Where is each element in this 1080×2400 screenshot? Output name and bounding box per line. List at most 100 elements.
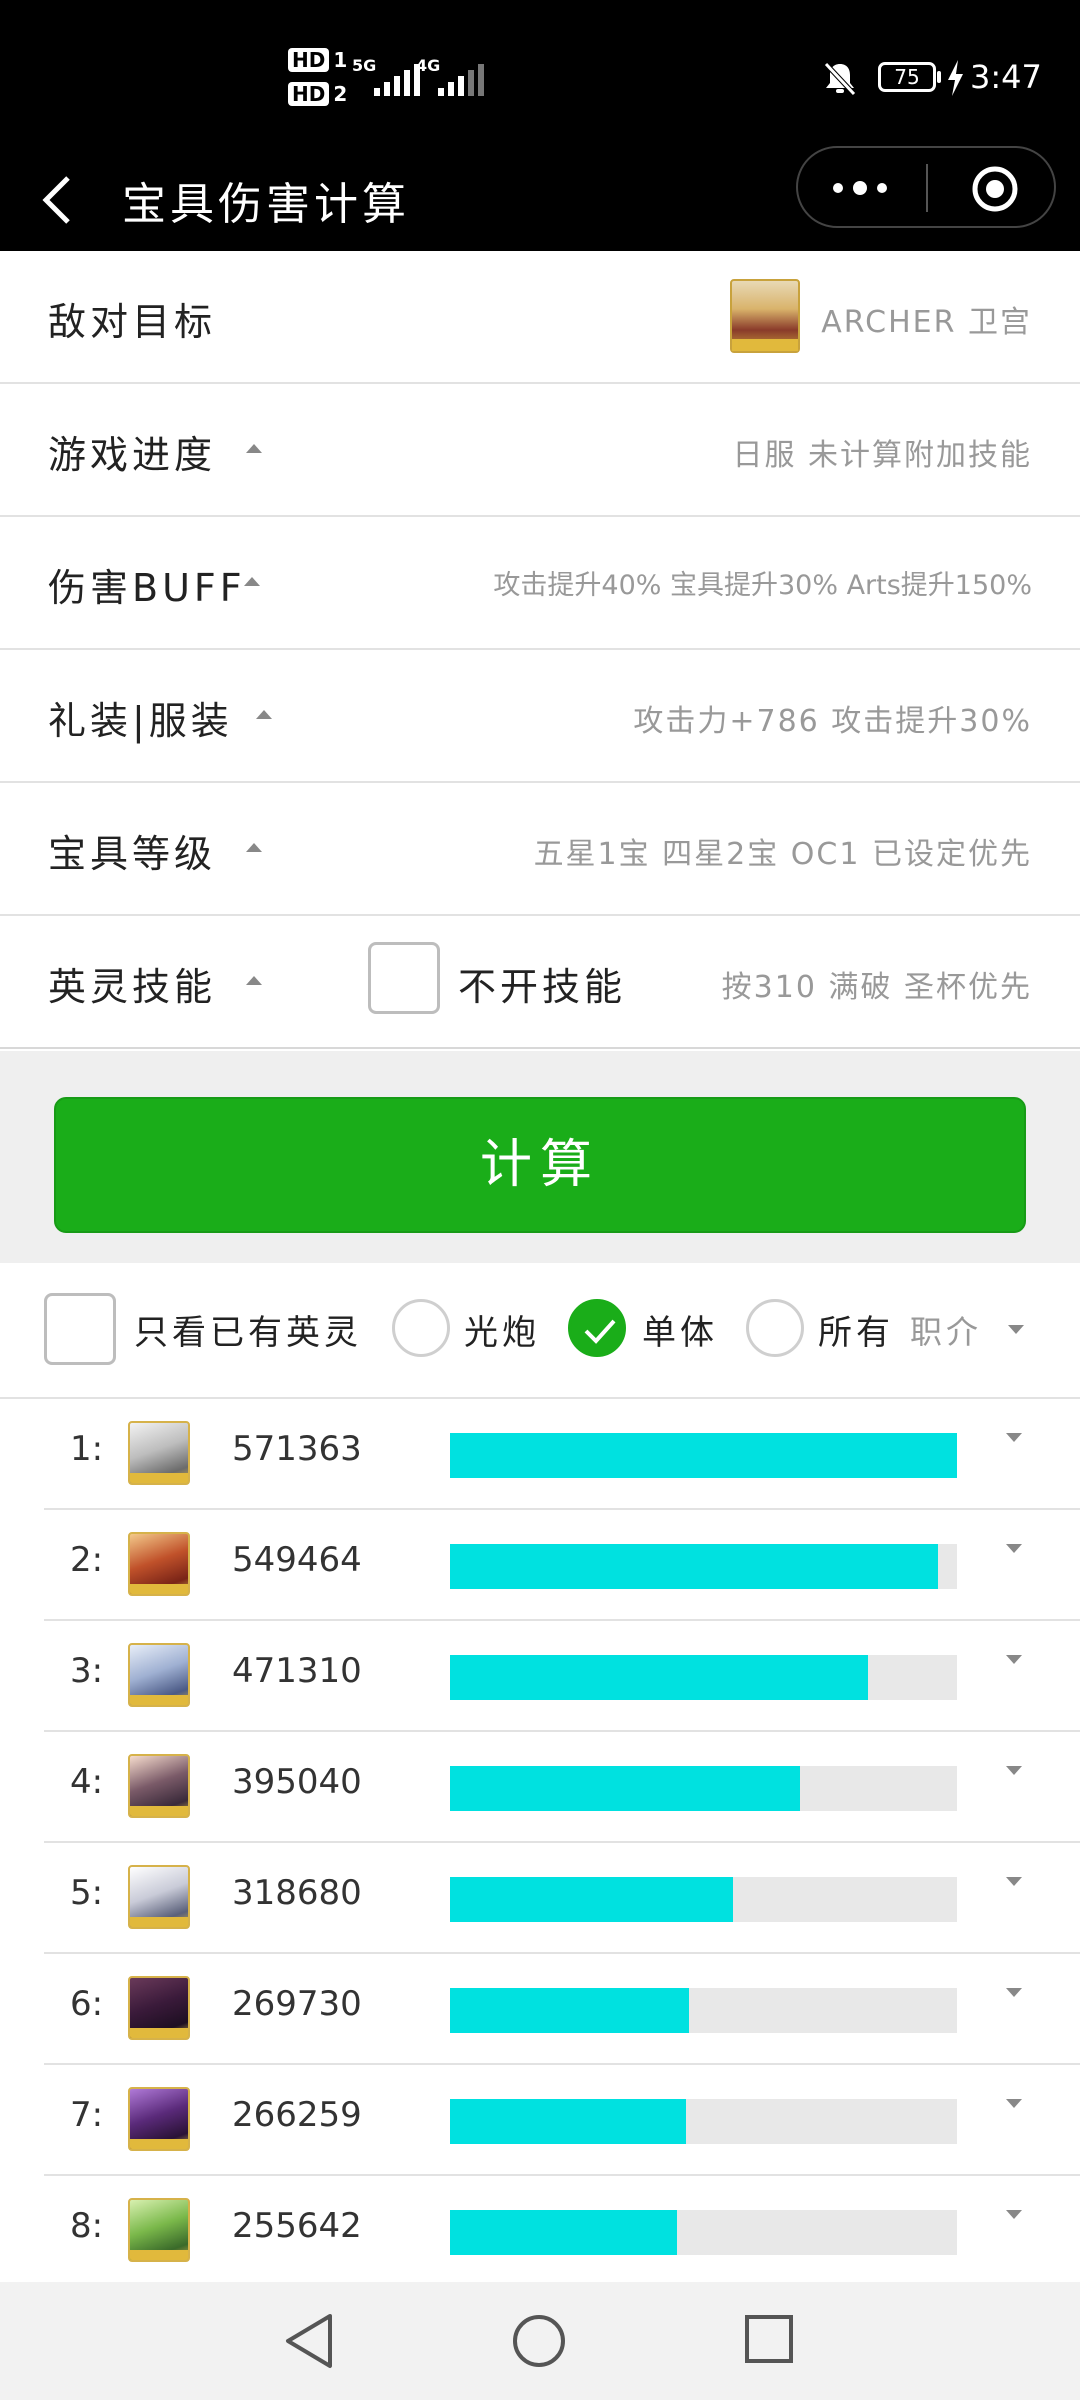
rank-number: 8: (70, 2206, 104, 2246)
ranking-row[interactable]: 3: 471310 (0, 1621, 1080, 1732)
radio-all[interactable] (746, 1299, 804, 1357)
damage-bar-fill (450, 2099, 687, 2144)
setting-ce[interactable]: 礼装|服装 攻击力+786 攻击提升30% (0, 650, 1080, 783)
damage-value: 255642 (232, 2206, 362, 2246)
bell-muted-icon (824, 62, 856, 96)
ranking-row[interactable]: 4: 395040 (0, 1732, 1080, 1843)
servant-avatar (128, 1421, 190, 1485)
expand-caret-icon[interactable] (1006, 2099, 1022, 2108)
battery-tip (937, 71, 941, 83)
ranking-row[interactable]: 2: 549464 (0, 1510, 1080, 1621)
radio-aoe[interactable] (392, 1299, 450, 1357)
damage-value: 571363 (232, 1429, 362, 1469)
damage-bar-fill (450, 1655, 869, 1700)
expand-caret-icon[interactable] (1006, 1988, 1022, 1997)
calc-section: 计算 (0, 1051, 1080, 1263)
setting-label: 敌对目标 (48, 300, 217, 344)
damage-bar-track (450, 1988, 957, 2033)
owned-only-label: 只看已有英灵 (134, 1313, 362, 1353)
rank-number: 1: (70, 1429, 104, 1469)
class-filter[interactable]: 职介 (910, 1307, 982, 1353)
page-title: 宝具伤害计算 (122, 179, 410, 230)
owned-only-checkbox[interactable] (44, 1293, 116, 1365)
caret-up-icon (246, 444, 262, 453)
servant-avatar (128, 1532, 190, 1596)
damage-value: 549464 (232, 1540, 362, 1580)
expand-caret-icon[interactable] (1006, 1433, 1022, 1442)
nav-home-icon[interactable] (510, 2312, 568, 2370)
enemy-avatar (730, 279, 800, 353)
calculate-button[interactable]: 计算 (54, 1097, 1026, 1233)
damage-bar-track (450, 1655, 957, 1700)
setting-progress[interactable]: 游戏进度 日服 未计算附加技能 (0, 384, 1080, 517)
charging-icon (948, 60, 963, 96)
ranking-row[interactable]: 6: 269730 (0, 1954, 1080, 2065)
damage-bar-track (450, 1766, 957, 1811)
rank-number: 7: (70, 2095, 104, 2135)
servant-avatar (128, 1865, 190, 1929)
sim2-indicator: HD 2 (288, 82, 347, 106)
battery-icon: 75 (878, 62, 936, 92)
no-skill-checkbox[interactable] (368, 942, 440, 1014)
setting-label: 宝具等级 (48, 832, 217, 876)
nav-back-icon[interactable] (282, 2312, 336, 2370)
damage-bar-track (450, 2099, 957, 2144)
damage-value: 269730 (232, 1984, 362, 2024)
status-bar: HD 1 HD 2 5G 4G 75 3:47 (0, 0, 1080, 150)
damage-bar-fill (450, 1766, 801, 1811)
setting-skill[interactable]: 英灵技能 不开技能 按310 满破 圣杯优先 (0, 916, 1080, 1049)
setting-value: 攻击力+786 攻击提升30% (633, 704, 1032, 739)
setting-np-level[interactable]: 宝具等级 五星1宝 四星2宝 OC1 已设定优先 (0, 783, 1080, 916)
setting-enemy[interactable]: 敌对目标 ARCHER 卫宫 (0, 251, 1080, 384)
ranking-list: 1: 571363 2: 549464 3: 471310 4: 395040 … (0, 1399, 1080, 2287)
setting-label: 伤害BUFF (48, 566, 246, 610)
setting-buff[interactable]: 伤害BUFF 攻击提升40% 宝具提升30% Arts提升150% (0, 517, 1080, 650)
damage-bar-track (450, 1544, 957, 1589)
target-circle-icon[interactable] (970, 164, 1020, 214)
setting-value: 攻击提升40% 宝具提升30% Arts提升150% (493, 570, 1032, 601)
top-bar: HD 1 HD 2 5G 4G 75 3:47 宝具伤害计算 (0, 0, 1080, 251)
radio-aoe-label: 光炮 (464, 1313, 540, 1353)
clock: 3:47 (970, 58, 1042, 96)
ranking-row[interactable]: 5: 318680 (0, 1843, 1080, 1954)
expand-caret-icon[interactable] (1006, 1766, 1022, 1775)
caret-up-icon (246, 843, 262, 852)
servant-avatar (128, 1976, 190, 2040)
damage-bar-fill (450, 2210, 677, 2255)
damage-bar-track (450, 2210, 957, 2255)
damage-value: 266259 (232, 2095, 362, 2135)
setting-value: 按310 满破 圣杯优先 (721, 970, 1032, 1005)
caret-up-icon (246, 976, 262, 985)
expand-caret-icon[interactable] (1006, 1655, 1022, 1664)
ranking-row[interactable]: 8: 255642 (0, 2176, 1080, 2287)
caret-up-icon (244, 577, 260, 586)
rank-number: 6: (70, 1984, 104, 2024)
caret-down-icon[interactable] (1008, 1325, 1024, 1334)
settings-list: 敌对目标 ARCHER 卫宫 游戏进度 日服 未计算附加技能 伤害BUFF 攻击… (0, 251, 1080, 1049)
rank-number: 2: (70, 1540, 104, 1580)
filter-bar: 只看已有英灵 光炮 单体 所有 职介 (0, 1263, 1080, 1399)
damage-value: 471310 (232, 1651, 362, 1691)
damage-bar-fill (450, 1433, 957, 1478)
expand-caret-icon[interactable] (1006, 1877, 1022, 1886)
ranking-row[interactable]: 1: 571363 (0, 1399, 1080, 1510)
more-dots-icon[interactable] (830, 176, 890, 200)
sim1-indicator: HD 1 (288, 48, 347, 72)
rank-number: 5: (70, 1873, 104, 1913)
caret-up-icon (256, 710, 272, 719)
status-right: 75 3:47 (820, 52, 1080, 102)
ranking-row[interactable]: 7: 266259 (0, 2065, 1080, 2176)
system-nav-bar (0, 2282, 1080, 2400)
setting-label: 礼装|服装 (48, 699, 233, 743)
rank-number: 3: (70, 1651, 104, 1691)
expand-caret-icon[interactable] (1006, 2210, 1022, 2219)
expand-caret-icon[interactable] (1006, 1544, 1022, 1553)
radio-single[interactable] (568, 1299, 626, 1357)
servant-avatar (128, 1643, 190, 1707)
damage-value: 395040 (232, 1762, 362, 1802)
damage-bar-fill (450, 1988, 690, 2033)
radio-all-label: 所有 (818, 1313, 894, 1353)
setting-value: 五星1宝 四星2宝 OC1 已设定优先 (533, 837, 1032, 872)
nav-recents-icon[interactable] (742, 2312, 796, 2366)
chevron-left-icon[interactable] (38, 172, 78, 228)
